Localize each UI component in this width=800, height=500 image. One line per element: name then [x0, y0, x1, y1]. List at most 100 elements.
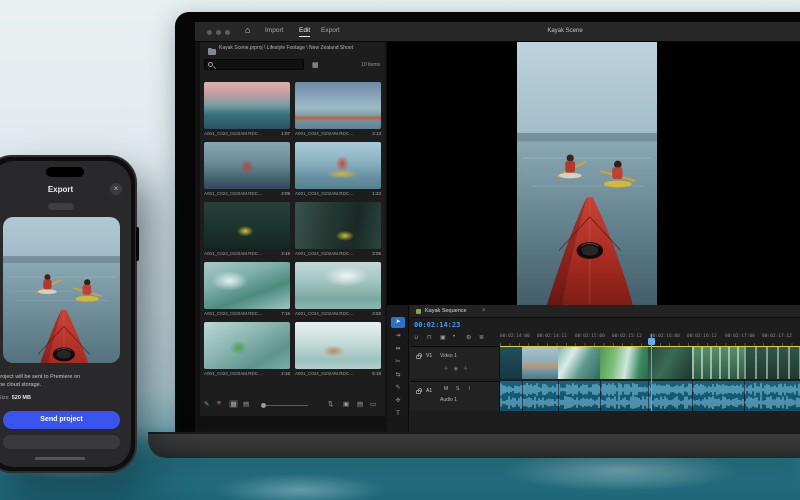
marker-dot-icon[interactable]: •: [453, 334, 455, 340]
solo-button[interactable]: S: [456, 386, 459, 392]
media-grid: A001_C024_0102AM.RDC…1:07 A001_C024_0102…: [204, 82, 381, 384]
linked-selection-icon[interactable]: ⊓: [427, 334, 432, 341]
audio-track-header[interactable]: A1 M S ⌇ Audio 1: [410, 381, 500, 411]
video-track-header[interactable]: V1 Video 1 ✛ ◉ ✛: [410, 346, 500, 379]
clip-boundary: [558, 381, 559, 411]
folder-icon: [208, 49, 216, 55]
new-item-icon[interactable]: ▤: [357, 400, 363, 408]
clip-boundary: [744, 381, 745, 411]
video-clips[interactable]: [500, 346, 800, 379]
export-preview-card[interactable]: [3, 217, 120, 363]
track-select-tool[interactable]: ⇥: [391, 331, 405, 342]
timeline-settings-icon[interactable]: ⚙: [466, 334, 471, 341]
video-clip-segment[interactable]: [692, 347, 744, 379]
media-clip[interactable]: A001_C024_0102AM.RDC…5:15: [295, 322, 381, 382]
search-input[interactable]: [204, 59, 304, 70]
playhead-timecode[interactable]: 00:02:14:23: [414, 321, 460, 329]
home-indicator: [35, 457, 85, 460]
track-control-icons[interactable]: ✛ ◉ ✛: [444, 366, 470, 372]
type-tool[interactable]: T: [391, 409, 405, 420]
media-clip[interactable]: A001_C024_0102AM.RDC…2:13: [295, 82, 381, 142]
video-clip-segment[interactable]: [522, 347, 558, 379]
phone: Export × of this project will be sent to…: [0, 155, 137, 473]
video-clip-segment[interactable]: [744, 347, 800, 379]
phone-notch: [46, 167, 84, 177]
clip-boundary: [648, 381, 649, 411]
selection-tool[interactable]: ➤: [391, 317, 405, 328]
clip-boundary: [600, 381, 601, 411]
clip-thumbnail: [204, 202, 290, 249]
nest-icon[interactable]: ▣: [440, 334, 446, 341]
grid-view-icon[interactable]: ▦: [312, 61, 319, 69]
tab-import[interactable]: Import: [265, 27, 283, 34]
video-clip-segment[interactable]: [500, 347, 522, 379]
program-monitor: [387, 42, 800, 305]
search-icon: [208, 62, 213, 67]
close-sequence-icon[interactable]: ×: [482, 308, 486, 314]
filmstrip-view-icon[interactable]: ▤: [243, 400, 249, 408]
media-clip[interactable]: A001_C024_0102AM.RDC…2:05: [295, 202, 381, 262]
media-browser-panel: Kayak Scene.prproj \ Lifestyle Footage \…: [200, 42, 385, 416]
tools-panel: ➤ ⇥ ⇹ ✂ ⇆ ✎ ✣ T: [387, 305, 409, 432]
snap-magnet-icon[interactable]: ∪: [414, 334, 418, 341]
tab-edit[interactable]: Edit: [299, 27, 310, 37]
send-project-button[interactable]: Send project: [3, 411, 120, 429]
format-pill[interactable]: [48, 203, 74, 210]
window-zoom-button[interactable]: [225, 30, 230, 35]
clip-thumbnail: [295, 142, 381, 189]
lock-icon[interactable]: [416, 390, 421, 394]
mute-button[interactable]: M: [444, 386, 448, 392]
video-clip-segment[interactable]: [648, 347, 692, 379]
playhead-line[interactable]: [651, 334, 652, 411]
media-clip[interactable]: A001_C024_0102AM.RDC…4:02: [295, 262, 381, 322]
clip-thumbnail: [295, 82, 381, 129]
list-view-icon[interactable]: ≡: [217, 400, 221, 407]
tab-export[interactable]: Export: [321, 27, 340, 34]
media-clip[interactable]: A001_C024_0102AM.RDC…2:09: [204, 142, 290, 202]
premiere-app-window: ⌂ Import Edit Export Kayak Scene Kayak S…: [195, 22, 800, 432]
grid-view-toggle-icon[interactable]: ▦: [229, 400, 238, 408]
ripple-edit-tool[interactable]: ⇹: [391, 344, 405, 355]
thumbnail-zoom-slider[interactable]: [262, 405, 308, 406]
window-minimize-button[interactable]: [216, 30, 221, 35]
media-clip[interactable]: A001_C024_0102AM.RDC…1:07: [204, 82, 290, 142]
video-clip-segment[interactable]: [600, 347, 648, 379]
media-clip[interactable]: A001_C024_0102AM.RDC…2:19: [204, 202, 290, 262]
clip-boundary: [692, 381, 693, 411]
slider-knob[interactable]: [261, 403, 266, 408]
sort-icon[interactable]: ⇅: [328, 400, 333, 408]
timeline-main: Kayak Sequence × 00:02:14:23 ∪ ⊓ ▣ • ⚙ ≣…: [410, 305, 800, 432]
razor-tool[interactable]: ✂: [391, 357, 405, 368]
video-clip-segment[interactable]: [558, 347, 600, 379]
lock-icon[interactable]: [416, 355, 421, 359]
clip-thumbnail: [204, 142, 290, 189]
marketing-scene: ⌂ Import Edit Export Kayak Scene Kayak S…: [0, 0, 800, 500]
media-panel-toolbar: ✎ ≡ ▦ ▤ ⇅ ▣ ▤ ▭: [200, 398, 385, 412]
video-track: V1 Video 1 ✛ ◉ ✛: [410, 346, 800, 379]
items-count: 10 items: [361, 62, 380, 68]
sequence-tab[interactable]: Kayak Sequence ×: [410, 305, 800, 318]
media-clip[interactable]: A001_C024_0102AM.RDC…2:16: [204, 322, 290, 382]
mic-icon[interactable]: ⌇: [468, 386, 470, 392]
slip-tool[interactable]: ⇆: [391, 370, 405, 381]
new-folder-icon[interactable]: ▣: [343, 400, 349, 408]
laptop-base: [148, 432, 800, 458]
markers-icon[interactable]: ≣: [479, 334, 484, 341]
pen-tool[interactable]: ✎: [391, 383, 405, 394]
hand-tool[interactable]: ✣: [391, 396, 405, 407]
edit-pen-icon[interactable]: ✎: [204, 400, 209, 408]
secondary-button[interactable]: [3, 435, 120, 449]
preview-video[interactable]: [517, 42, 657, 305]
media-clip[interactable]: A001_C024_0102AM.RDC…1:22: [295, 142, 381, 202]
sequence-icon: [416, 309, 421, 314]
export-note: of this project will be sent to Premiere…: [0, 373, 131, 389]
audio-clips[interactable]: [500, 381, 800, 411]
window-close-button[interactable]: [207, 30, 212, 35]
clip-thumbnail: [204, 82, 290, 129]
export-preview-video: [3, 217, 120, 363]
close-button[interactable]: ×: [110, 183, 122, 195]
home-icon[interactable]: ⌂: [245, 25, 250, 35]
media-clip[interactable]: A001_C024_0102AM.RDC…7:15: [204, 262, 290, 322]
phone-side-button: [136, 227, 139, 261]
trash-icon[interactable]: ▭: [370, 400, 376, 408]
